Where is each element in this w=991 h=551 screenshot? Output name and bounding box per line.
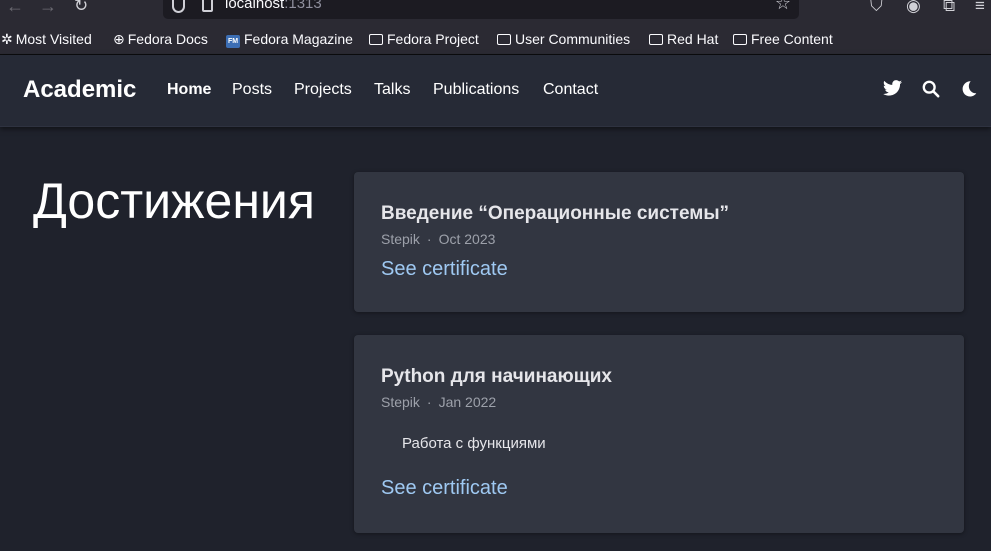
separator-dot: · xyxy=(426,394,432,410)
separator-dot: · xyxy=(426,231,432,247)
card-date: Jan 2022 xyxy=(438,394,497,410)
card-organization: Stepik xyxy=(381,394,420,410)
bookmark-label: Free Content xyxy=(751,31,833,47)
card-organization: Stepik xyxy=(381,231,420,247)
reload-icon[interactable]: ↻ xyxy=(74,0,88,16)
nav-projects[interactable]: Projects xyxy=(294,81,352,99)
pocket-icon[interactable]: ⛉ xyxy=(870,0,883,16)
bookmark-label: User Communities xyxy=(515,31,631,47)
bookmark-fedora-magazine[interactable]: FM Fedora Magazine xyxy=(226,31,353,48)
page-info-icon[interactable] xyxy=(202,0,213,12)
bookmark-fedora-project[interactable]: Fedora Project xyxy=(369,31,479,47)
search-icon[interactable] xyxy=(922,80,940,103)
menu-icon[interactable]: ≡ xyxy=(975,0,985,16)
nav-posts[interactable]: Posts xyxy=(232,81,272,99)
card-meta: Stepik · Jan 2022 xyxy=(381,394,496,410)
url-text[interactable]: localhost:1313 xyxy=(225,0,322,12)
globe-icon: ⊕ xyxy=(113,31,125,47)
bookmark-label: Fedora Project xyxy=(387,31,479,47)
nav-publications[interactable]: Publications xyxy=(433,81,519,99)
card-date: Oct 2023 xyxy=(438,231,496,247)
folder-icon xyxy=(733,34,747,45)
bookmark-star-icon[interactable]: ☆ xyxy=(775,0,791,14)
bookmark-most-visited[interactable]: ✲ Most Visited xyxy=(1,31,92,48)
bookmark-label: Most Visited xyxy=(15,31,92,47)
url-host: localhost xyxy=(225,0,285,12)
card-meta: Stepik · Oct 2023 xyxy=(381,231,495,247)
card-title: Python для начинающих xyxy=(381,366,612,387)
see-certificate-link[interactable]: See certificate xyxy=(381,477,508,500)
page-title: Достижения xyxy=(33,173,315,229)
nav-contact[interactable]: Contact xyxy=(543,81,598,99)
url-bar[interactable]: localhost:1313 ☆ xyxy=(163,0,799,19)
card-description: Работа с функциями xyxy=(402,435,546,452)
see-certificate-link[interactable]: See certificate xyxy=(381,258,508,281)
back-arrow-icon[interactable]: ← xyxy=(6,0,24,17)
extensions-icon[interactable]: ⧉ xyxy=(943,0,955,16)
browser-toolbar: ← → ↻ localhost:1313 ☆ ⛉ ◉ ⧉ ≡ xyxy=(0,0,991,24)
account-icon[interactable]: ◉ xyxy=(906,0,921,16)
fedora-magazine-icon: FM xyxy=(226,35,240,48)
bookmark-red-hat[interactable]: Red Hat xyxy=(649,31,718,47)
url-port: :1313 xyxy=(284,0,322,12)
site-navbar: Academic Home Posts Projects Talks Publi… xyxy=(0,55,991,127)
nav-talks[interactable]: Talks xyxy=(374,81,410,99)
card-title: Введение “Операционные системы” xyxy=(381,203,730,224)
achievement-card: Python для начинающих Stepik · Jan 2022 Ра… xyxy=(354,335,964,533)
bookmark-free-content[interactable]: Free Content xyxy=(733,31,833,47)
bookmarks-bar: ✲ Most Visited ⊕ Fedora Docs FM Fedora Maga… xyxy=(0,24,991,55)
dark-mode-moon-icon[interactable] xyxy=(961,80,977,102)
forward-arrow-icon[interactable]: → xyxy=(39,0,57,17)
bookmark-fedora-docs[interactable]: ⊕ Fedora Docs xyxy=(113,31,208,48)
folder-icon xyxy=(649,34,663,45)
nav-home[interactable]: Home xyxy=(167,81,211,99)
folder-icon xyxy=(497,34,511,45)
site-brand[interactable]: Academic xyxy=(23,76,136,104)
bookmark-label: Fedora Docs xyxy=(127,31,208,47)
shield-icon[interactable] xyxy=(172,0,185,13)
bookmark-label: Fedora Magazine xyxy=(244,31,353,47)
folder-icon xyxy=(369,34,383,45)
bookmark-user-communities[interactable]: User Communities xyxy=(497,31,630,47)
twitter-icon[interactable] xyxy=(883,80,902,101)
bookmark-label: Red Hat xyxy=(667,31,719,47)
gear-icon: ✲ xyxy=(1,31,13,47)
achievement-card: Введение “Операционные системы” Stepik · O… xyxy=(354,172,964,312)
